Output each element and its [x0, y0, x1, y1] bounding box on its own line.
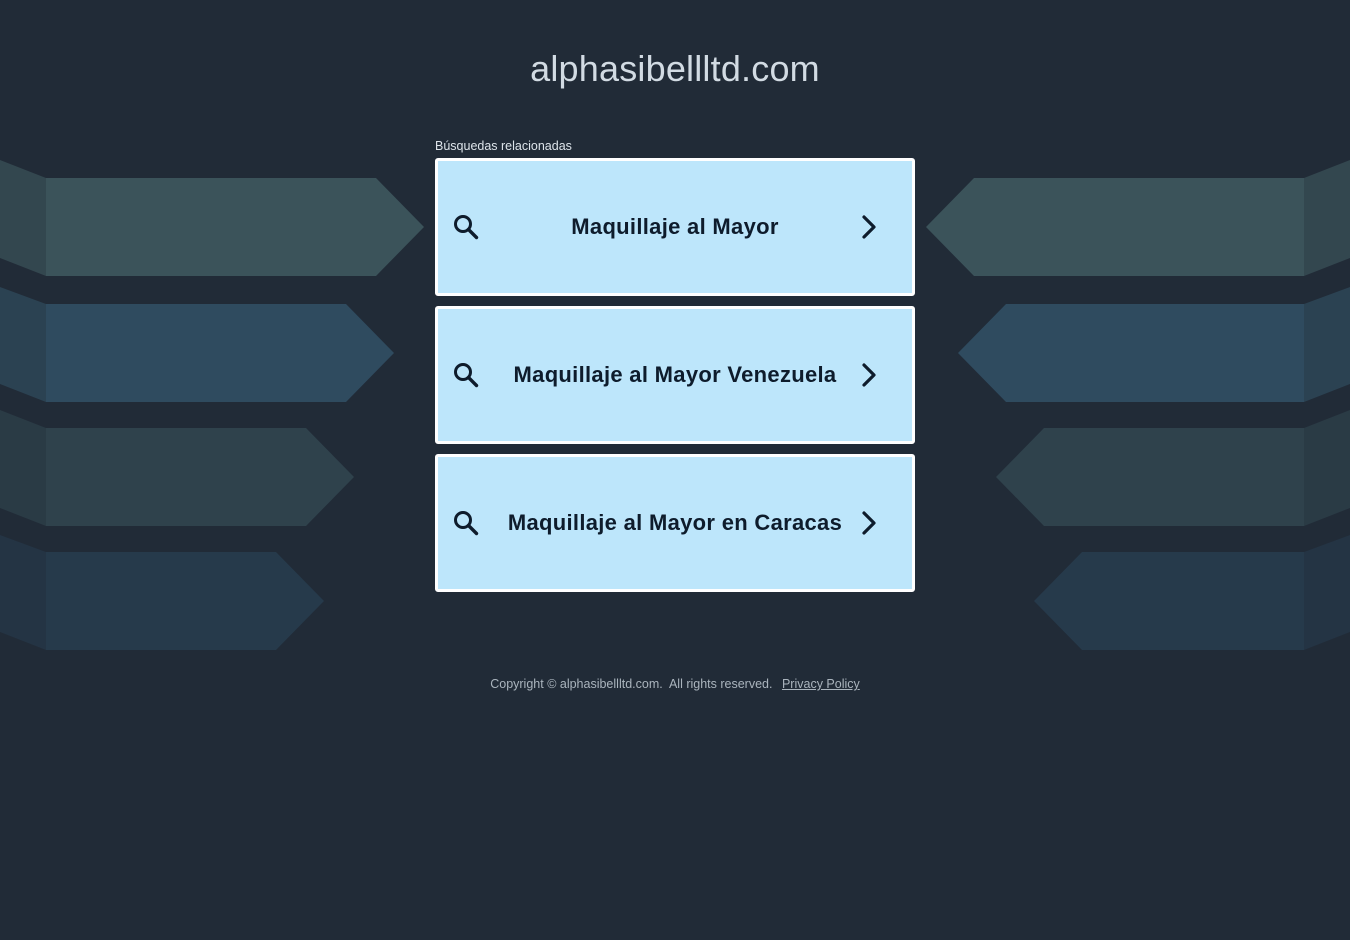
search-icon [454, 215, 479, 240]
chevron-right-icon [862, 363, 876, 387]
related-search-label: Maquillaje al Mayor en Caracas [507, 510, 843, 535]
copyright-text: Copyright © alphasibellltd.com. All righ… [490, 677, 773, 691]
related-search-link-3[interactable]: Maquillaje al Mayor en Caracas [435, 454, 915, 592]
left-bands [0, 160, 424, 650]
related-searches: Búsquedas relacionadas Maquillaje al May… [435, 136, 915, 602]
search-icon [454, 511, 479, 536]
footer: Copyright © alphasibellltd.com. All righ… [0, 674, 1350, 694]
chevron-right-icon [862, 215, 876, 239]
search-icon [454, 363, 479, 388]
related-search-link-1[interactable]: Maquillaje al Mayor [435, 158, 915, 296]
right-bands [926, 160, 1350, 650]
related-search-label: Maquillaje al Mayor Venezuela [513, 362, 837, 387]
chevron-right-icon [862, 511, 876, 535]
privacy-policy-link[interactable]: Privacy Policy [782, 677, 860, 691]
related-search-label: Maquillaje al Mayor [571, 214, 779, 239]
site-domain-title: alphasibellltd.com [530, 48, 820, 89]
related-search-link-2[interactable]: Maquillaje al Mayor Venezuela [435, 306, 915, 444]
page: alphasibellltd.com Búsquedas relacionada… [0, 0, 1350, 940]
related-searches-label: Búsquedas relacionadas [435, 139, 572, 153]
